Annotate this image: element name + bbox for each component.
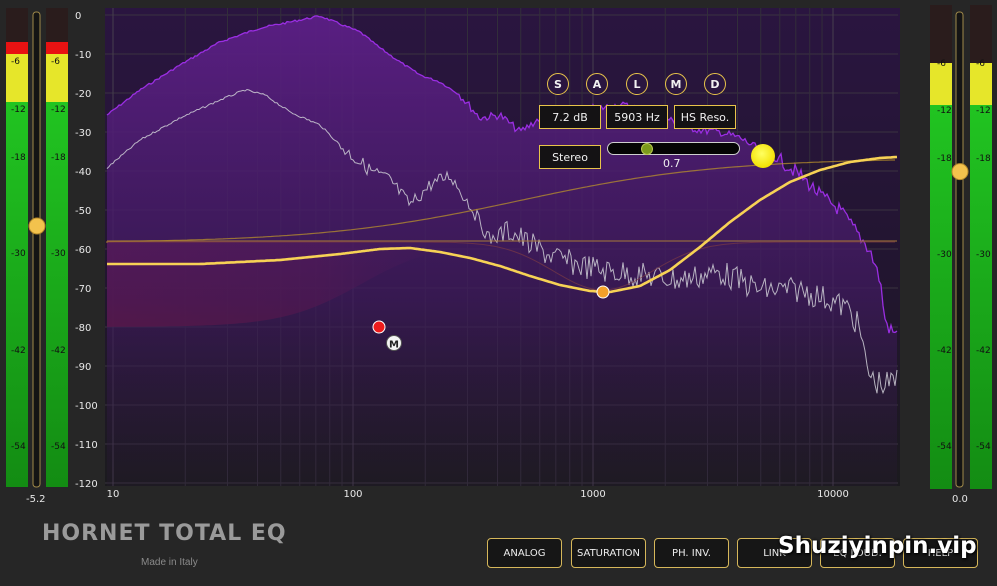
y-axis-label: -110: [75, 440, 98, 451]
y-axis-label: 0: [75, 11, 81, 22]
meter-scale-label: -18: [976, 154, 991, 164]
right-meter-group: [930, 5, 992, 489]
right-meter-2-yellow: [970, 63, 992, 105]
mode-button-a[interactable]: A: [586, 73, 608, 95]
band-handle-orange[interactable]: [596, 285, 610, 299]
meter-scale-label: -54: [51, 442, 66, 452]
y-axis-label: -90: [75, 362, 91, 373]
resonance-slider[interactable]: [607, 142, 740, 155]
meter-scale-label: -30: [11, 249, 26, 259]
x-axis-label: 10: [107, 489, 120, 500]
x-axis-label: 10000: [817, 489, 849, 500]
y-axis-labels: 0 -10 -20 -30 -40 -50 -60 -70 -80 -90 -100 -110 -120: [75, 11, 98, 490]
left-fader-track[interactable]: [32, 11, 41, 488]
y-axis-label: -120: [75, 479, 98, 490]
left-meter-value: -5.2: [26, 494, 46, 505]
x-axis-labels: 10 100 1000 10000: [107, 489, 849, 500]
meter-scale-label: -12: [51, 105, 66, 115]
right-meter-1-unlit: [930, 5, 952, 63]
mode-button-l[interactable]: L: [626, 73, 648, 95]
hornet-total-eq-window: 0 -10 -20 -30 -40 -50 -60 -70 -80 -90 -100 -110 -120…: [0, 0, 997, 586]
right-meter-2-unlit: [970, 5, 992, 63]
right-meter-value: 0.0: [952, 494, 968, 505]
left-meter-1-unlit: [6, 8, 28, 42]
y-axis-label: -30: [75, 128, 91, 139]
resonance-slider-knob[interactable]: [641, 143, 653, 155]
watermark-text: Shuziyinpin.vip: [778, 533, 977, 559]
meter-scale-label: -54: [937, 442, 952, 452]
meter-scale-label: -30: [51, 249, 66, 259]
y-axis-label: -60: [75, 245, 91, 256]
filter-type-field[interactable]: HS Reso.: [674, 105, 736, 129]
left-fader-knob[interactable]: [28, 217, 46, 235]
meter-scale-label: -12: [976, 106, 991, 116]
meter-scale-label: -18: [937, 154, 952, 164]
right-fader-track[interactable]: [955, 11, 964, 488]
y-axis-label: -40: [75, 167, 91, 178]
right-fader-knob[interactable]: [951, 163, 969, 181]
app-logo-title: HORNET TOTAL EQ: [42, 521, 287, 546]
y-axis-label: -100: [75, 401, 98, 412]
meter-scale-label: -42: [11, 346, 26, 356]
meter-scale-label: -30: [976, 250, 991, 260]
meter-scale-label: -54: [11, 442, 26, 452]
saturation-button[interactable]: SATURATION: [571, 538, 646, 568]
meter-scale-label: -42: [51, 346, 66, 356]
stereo-mode-field[interactable]: Stereo: [539, 145, 601, 169]
meter-scale-label: -6: [976, 59, 985, 69]
frequency-field[interactable]: 5903 Hz: [606, 105, 668, 129]
left-meter-1-red: [6, 42, 28, 54]
meter-scale-label: -30: [937, 250, 952, 260]
band-handle-yellow-selected[interactable]: [751, 144, 775, 168]
meter-scale-label: -12: [937, 106, 952, 116]
meter-scale-label: -6: [937, 59, 946, 69]
meter-scale-label: -6: [51, 57, 60, 67]
meter-scale-label: -42: [937, 346, 952, 356]
y-axis-label: -10: [75, 50, 91, 61]
gain-field[interactable]: 7.2 dB: [539, 105, 601, 129]
y-axis-label: -80: [75, 323, 91, 334]
resonance-value: 0.7: [663, 157, 681, 170]
phase-invert-button[interactable]: PH. INV.: [654, 538, 729, 568]
meter-scale-label: -18: [11, 153, 26, 163]
left-meter-group: [6, 8, 68, 488]
made-in-label: Made in Italy: [141, 557, 198, 568]
y-axis-label: -20: [75, 89, 91, 100]
meter-scale-label: -42: [976, 346, 991, 356]
meter-scale-label: -6: [11, 57, 20, 67]
mode-button-m[interactable]: M: [665, 73, 687, 95]
band-marker-m-label: M: [389, 340, 399, 351]
band-handle-red[interactable]: [372, 320, 386, 334]
y-axis-label: -50: [75, 206, 91, 217]
mode-button-d[interactable]: D: [704, 73, 726, 95]
x-axis-label: 1000: [580, 489, 605, 500]
eq-graph-svg: 0-10-20-30-40-50-60-70-80-90-100-110-120…: [6, 5, 992, 500]
analog-button[interactable]: ANALOG: [487, 538, 562, 568]
x-axis-label: 100: [343, 489, 362, 500]
y-axis-label: -70: [75, 284, 91, 295]
left-meter-2-red: [46, 42, 68, 54]
meter-scale-label: -12: [11, 105, 26, 115]
meter-scale-label: -54: [976, 442, 991, 452]
left-meter-2-unlit: [46, 8, 68, 42]
mode-button-s[interactable]: S: [547, 73, 569, 95]
meter-scale-label: -18: [51, 153, 66, 163]
right-meter-1-yellow: [930, 63, 952, 105]
